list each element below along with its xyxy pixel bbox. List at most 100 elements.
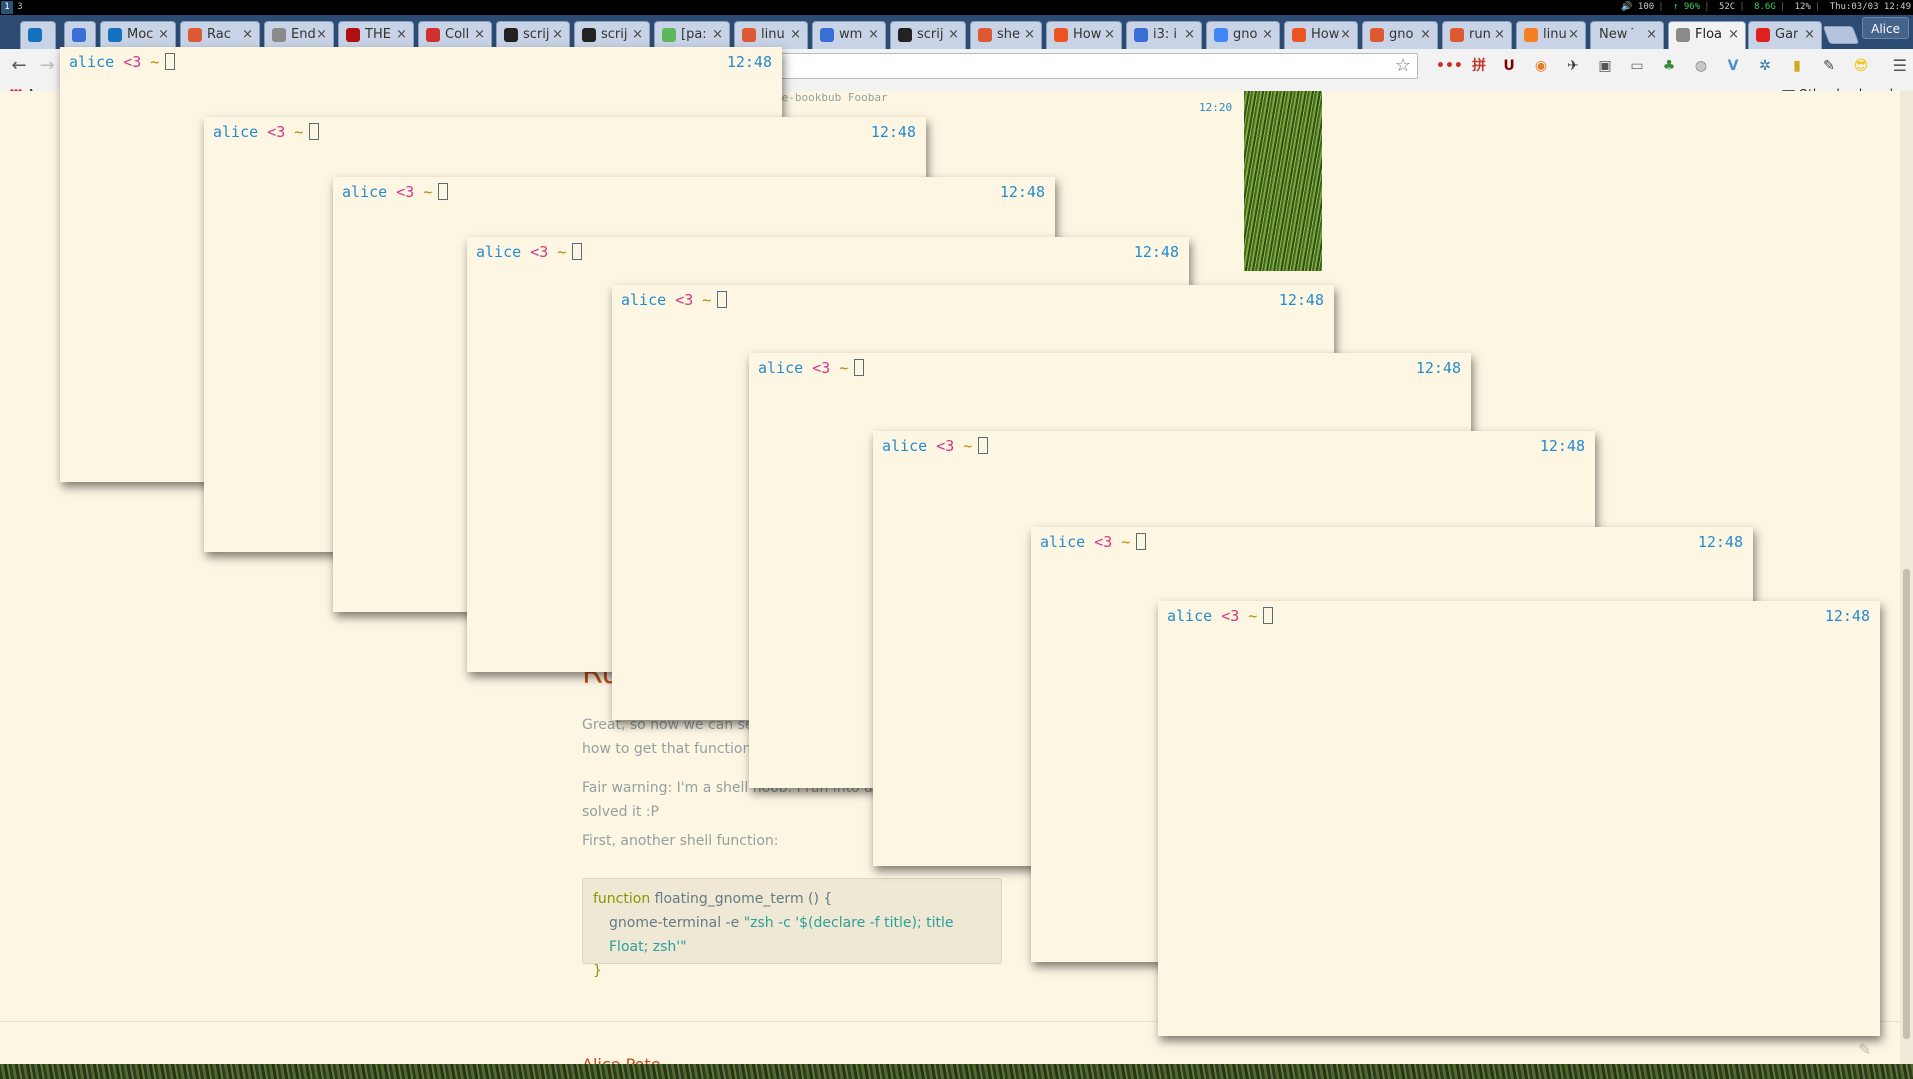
text-cursor[interactable] — [165, 53, 176, 70]
tab-github-8[interactable]: scrij × — [574, 21, 650, 49]
text-cursor[interactable] — [438, 183, 449, 200]
shell-prompt: alice <3 ~ — [621, 291, 728, 309]
tab-askubuntu-17[interactable]: How × — [1284, 21, 1358, 49]
tab-askubuntu-14[interactable]: How × — [1046, 21, 1122, 49]
tab-calendar-1[interactable] — [64, 21, 96, 49]
network-icon[interactable]: ✲ — [1756, 57, 1774, 75]
tab-github-12[interactable]: scrij × — [890, 21, 966, 49]
tab-duckduckgo-10[interactable]: linu × — [734, 21, 808, 49]
tab-duckduckgo-13[interactable]: she × — [970, 21, 1042, 49]
close-tab-icon[interactable]: × — [1340, 22, 1351, 48]
close-tab-icon[interactable]: × — [316, 22, 327, 48]
tab-new-21[interactable]: New Ta × — [1590, 21, 1664, 49]
eyedropper-icon[interactable]: ✎ — [1820, 57, 1838, 75]
wrench-extension-icon[interactable]: ✈ — [1564, 57, 1582, 75]
color-picker-icon[interactable]: ◉ — [1532, 57, 1550, 75]
tab-bb-6[interactable]: Coll × — [418, 21, 492, 49]
tab-strip: Alice Moc × Rac × End × THE × Coll × scrij × scrij ×[… — [0, 15, 1913, 49]
tab-page-22[interactable]: Floa × — [1668, 21, 1746, 49]
scrollbar-thumb[interactable] — [1903, 569, 1910, 1039]
close-tab-icon[interactable]: × — [712, 22, 723, 48]
prompt-dir: ~ — [294, 123, 304, 141]
screenshot-icon[interactable]: ▣ — [1596, 57, 1614, 75]
tab-label: scrij — [917, 27, 944, 42]
text-cursor[interactable] — [717, 291, 728, 308]
close-tab-icon[interactable]: × — [1728, 22, 1739, 48]
bookmark-star-icon[interactable]: ☆ — [1395, 55, 1411, 76]
previous-terminal-title: ce-bookbub Foobar — [775, 91, 888, 104]
record-icon — [1756, 28, 1770, 42]
text-cursor[interactable] — [572, 243, 583, 260]
text-cursor[interactable] — [1263, 607, 1274, 624]
globe-icon[interactable]: ◍ — [1692, 57, 1710, 75]
vimium-icon[interactable]: V — [1724, 57, 1742, 75]
tab-label: End — [291, 27, 316, 42]
github-icon — [504, 28, 518, 42]
close-tab-icon[interactable]: × — [1646, 22, 1657, 48]
tab-google-16[interactable]: gno × — [1206, 21, 1280, 49]
close-tab-icon[interactable]: × — [1494, 22, 1505, 48]
close-tab-icon[interactable]: × — [158, 22, 169, 48]
prompt-time: 12:48 — [1415, 359, 1461, 377]
tab-stackoverflow-20[interactable]: linu × — [1516, 21, 1586, 49]
grass-photo — [1244, 91, 1322, 271]
duckduckgo-icon — [742, 28, 756, 42]
duckduckgo-icon — [1370, 28, 1384, 42]
tab-duckduckgo-18[interactable]: gno × — [1362, 21, 1438, 49]
google-icon — [1214, 28, 1228, 42]
tab-trello-0[interactable] — [20, 21, 56, 49]
tab-the-5[interactable]: THE × — [338, 21, 414, 49]
text-cursor[interactable] — [978, 437, 989, 454]
back-button[interactable]: ← — [8, 55, 30, 77]
chrome-menu-icon[interactable]: ☰ — [1893, 56, 1907, 75]
new-tab-button[interactable] — [1822, 26, 1860, 44]
tab-record-23[interactable]: Gar × — [1748, 21, 1822, 49]
close-tab-icon[interactable]: × — [552, 22, 563, 48]
workspace-button-1[interactable]: 1 — [1, 1, 13, 14]
workspace-button-3[interactable]: 3 — [14, 1, 26, 14]
text-cursor[interactable] — [309, 123, 320, 140]
forward-button[interactable]: → — [36, 55, 58, 77]
close-tab-icon[interactable]: × — [1804, 22, 1815, 48]
ublock-icon[interactable]: U — [1500, 57, 1518, 75]
tab-check-9[interactable]: [pa: × — [654, 21, 730, 49]
close-tab-icon[interactable]: × — [1262, 22, 1273, 48]
close-tab-icon[interactable]: × — [396, 22, 407, 48]
tab-label: Floa — [1695, 27, 1723, 42]
page-scrollbar[interactable] — [1900, 91, 1913, 1064]
prompt-user: alice — [882, 437, 928, 455]
tab-i3-15[interactable]: i3: i × — [1126, 21, 1202, 49]
tab-label: [pa: — [681, 27, 707, 42]
terminal-window-9[interactable]: alice <3 ~12:48 — [1158, 601, 1880, 1036]
close-tab-icon[interactable]: × — [242, 22, 253, 48]
highlighter-icon[interactable]: ▮ — [1788, 57, 1806, 75]
close-tab-icon[interactable]: × — [1104, 22, 1115, 48]
tab-wm-11[interactable]: wm × — [812, 21, 886, 49]
tab-github-7[interactable]: scrij × — [496, 21, 570, 49]
close-tab-icon[interactable]: × — [1420, 22, 1431, 48]
lastpass-icon[interactable]: ••• — [1436, 57, 1463, 75]
prompt-heart: <3 — [123, 53, 142, 71]
sunglasses-icon[interactable]: 😎 — [1852, 57, 1870, 75]
text-cursor[interactable] — [854, 359, 865, 376]
cast-icon[interactable]: ▭ — [1628, 57, 1646, 75]
tree-extension-icon[interactable]: ♣ — [1660, 57, 1678, 75]
profile-button[interactable]: Alice — [1862, 17, 1909, 39]
close-tab-icon[interactable]: × — [868, 22, 879, 48]
tab-label: scrij — [601, 27, 628, 42]
tab-duckduckgo-19[interactable]: run × — [1442, 21, 1512, 49]
close-tab-icon[interactable]: × — [1024, 22, 1035, 48]
close-tab-icon[interactable]: × — [474, 22, 485, 48]
tab-duckduckgo-3[interactable]: Rac × — [180, 21, 260, 49]
close-tab-icon[interactable]: × — [632, 22, 643, 48]
text-cursor[interactable] — [1136, 533, 1147, 550]
tab-label: How — [1311, 27, 1340, 42]
author-link[interactable]: Alice Pote — [582, 1055, 661, 1064]
close-tab-icon[interactable]: × — [1184, 22, 1195, 48]
chinese-input-icon[interactable]: 拼 — [1470, 57, 1488, 75]
tab-doc-4[interactable]: End × — [264, 21, 334, 49]
close-tab-icon[interactable]: × — [1568, 22, 1579, 48]
close-tab-icon[interactable]: × — [790, 22, 801, 48]
tab-trello-2[interactable]: Moc × — [100, 21, 176, 49]
close-tab-icon[interactable]: × — [948, 22, 959, 48]
